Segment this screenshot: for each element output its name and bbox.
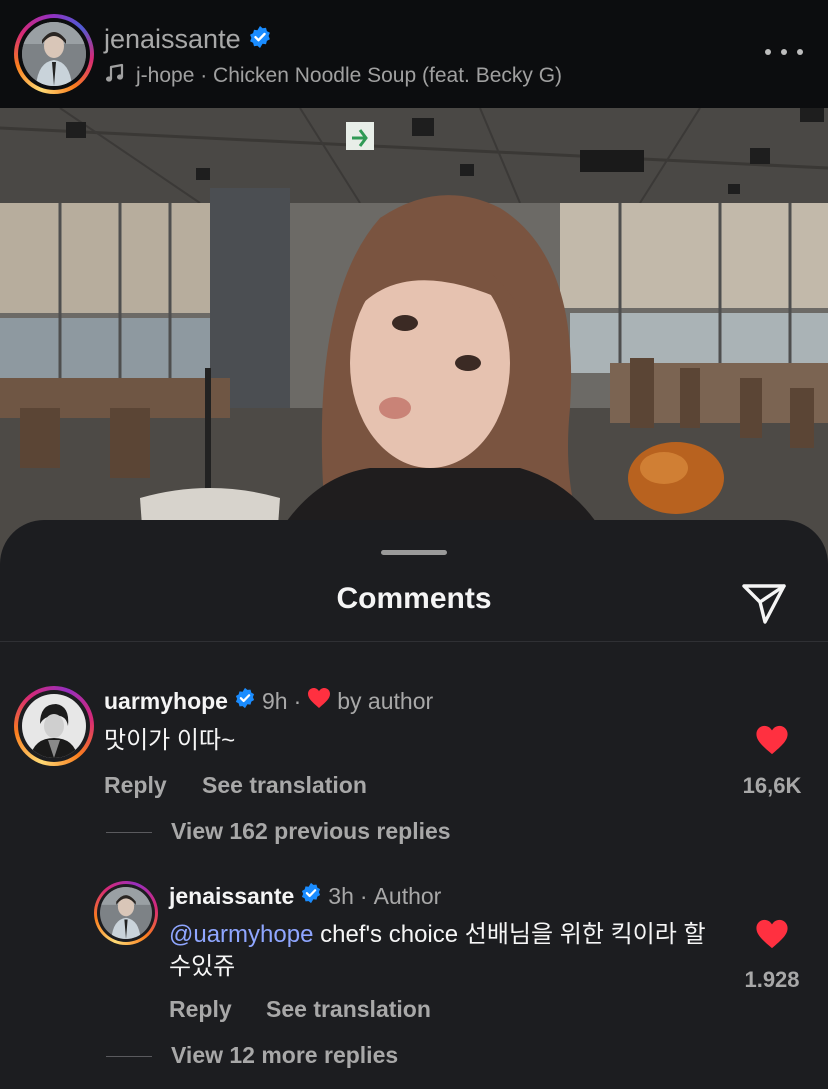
mention-link[interactable]: @uarmyhope	[169, 921, 313, 948]
send-icon[interactable]	[738, 576, 790, 628]
sheet-title: Comments	[336, 582, 492, 615]
post-header: jenaissante j-hope · Chicken Noodle Soup…	[0, 0, 828, 108]
post-photo	[0, 108, 828, 568]
divider	[106, 832, 152, 833]
reply-button[interactable]: Reply	[169, 996, 232, 1023]
reply-time: 3h	[328, 882, 354, 909]
commenter-avatar[interactable]	[94, 881, 158, 945]
heart-icon	[307, 687, 331, 715]
commenter-avatar[interactable]	[14, 686, 94, 766]
comments-sheet: Comments uarmyhope 9h · by author 맛이가 이따…	[0, 520, 828, 1089]
sheet-grabber[interactable]	[381, 550, 447, 555]
view-more-replies-button[interactable]: View 12 more replies	[171, 1042, 398, 1069]
author-tag: Author	[373, 882, 442, 909]
like-count: 16,6K	[742, 773, 802, 798]
see-translation-button[interactable]: See translation	[202, 772, 367, 799]
meta-separator: ·	[359, 882, 368, 909]
like-count: 1.928	[744, 967, 800, 992]
music-track-label: j-hope · Chicken Noodle Soup (feat. Beck…	[136, 64, 563, 87]
divider	[106, 1056, 152, 1057]
liked-by-author-label: by author	[337, 687, 434, 714]
meta-separator: ·	[293, 687, 302, 714]
post-username[interactable]: jenaissante	[104, 24, 241, 54]
like-button[interactable]	[755, 918, 789, 950]
see-translation-button[interactable]: See translation	[266, 996, 431, 1023]
reply-button[interactable]: Reply	[104, 772, 167, 799]
comment-username[interactable]: uarmyhope	[104, 688, 228, 715]
music-track[interactable]: j-hope · Chicken Noodle Soup (feat. Beck…	[104, 62, 562, 90]
more-options-icon[interactable]	[765, 44, 803, 60]
story-avatar[interactable]	[14, 14, 94, 94]
verified-badge-icon	[248, 25, 272, 56]
profile-photo	[22, 22, 86, 86]
like-button[interactable]	[755, 724, 789, 756]
reply-username[interactable]: jenaissante	[169, 883, 294, 910]
view-previous-replies-button[interactable]: View 162 previous replies	[171, 818, 451, 845]
divider	[0, 641, 828, 642]
verified-badge-icon	[234, 687, 256, 715]
comment-time: 9h	[261, 687, 288, 714]
avatar	[100, 887, 152, 939]
music-note-icon	[104, 62, 126, 90]
reply-text: @uarmyhope chef's choice 선배님을 위한 킥이라 할수있…	[169, 919, 724, 983]
comment-text: 맛이가 이따~	[104, 727, 236, 754]
verified-badge-icon	[300, 882, 322, 910]
avatar	[22, 694, 86, 758]
